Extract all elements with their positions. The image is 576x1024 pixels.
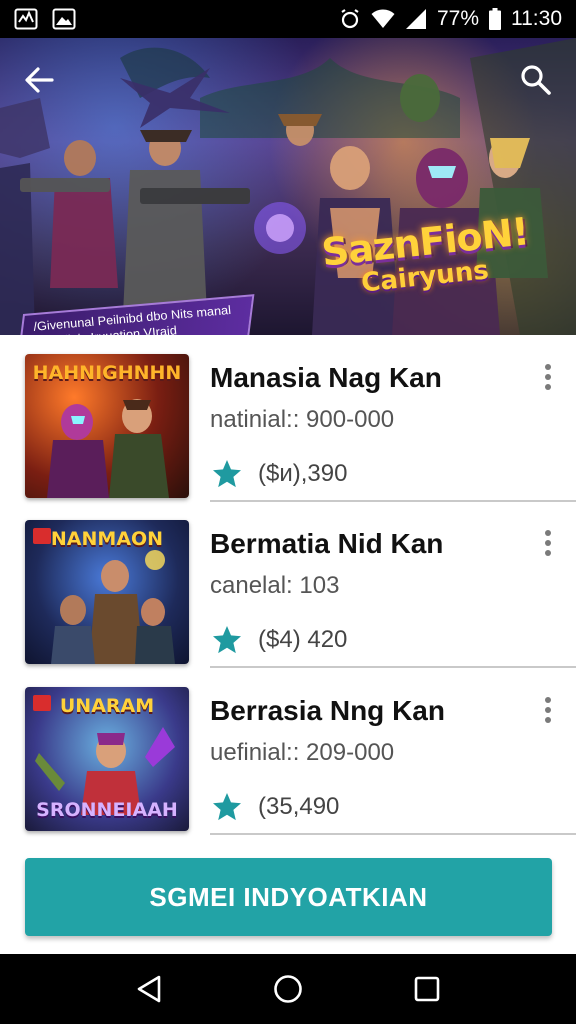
game-subtitle: uefinial:: 209-000 [210,739,395,766]
battery-percent: 77% [436,7,479,30]
status-bar: 77% 11:30 [0,0,576,38]
more-options-button[interactable] [538,528,558,558]
battery-icon [489,8,501,30]
home-circle-icon[interactable] [273,974,303,1004]
activity-icon [14,8,38,30]
hero-banner[interactable]: SaznFioN! Cairyuns /Givenunal Peilnibd d… [0,38,576,335]
dot [545,717,551,723]
dot [545,540,551,546]
dot [545,374,551,380]
thumbnail-artwork [51,550,175,664]
primary-action-button[interactable]: SGMEI INDYOATKIAN [25,858,552,936]
rating-value: (35,490 [258,793,340,820]
game-thumbnail[interactable]: HAHNIGHNHN [25,354,189,498]
search-button[interactable] [518,62,558,102]
system-nav-bar [0,954,576,1024]
more-options-button[interactable] [538,695,558,725]
image-icon [52,8,76,30]
more-options-button[interactable] [538,362,558,392]
signal-icon [405,9,426,29]
divider [210,666,576,668]
list-item[interactable]: HAHNIGHNHN Manasia Nag Kan natinial:: 90… [0,340,576,502]
dot [545,550,551,556]
list-item[interactable]: UNARAM SRONNEIAAH Berrasia Nng Kan uefin… [0,673,576,835]
recents-square-icon[interactable] [413,975,441,1003]
game-thumbnail[interactable]: UNARAM SRONNEIAAH [25,687,189,831]
hero-game-logo: SaznFioN! Cairyuns [310,209,540,298]
clock: 11:30 [511,7,562,30]
divider [210,500,576,502]
wifi-icon [371,9,395,28]
dot [545,384,551,390]
game-rating: ($4) 420 [210,624,347,656]
search-icon [521,65,551,95]
back-button[interactable] [22,62,62,102]
star-icon [213,626,241,654]
dot [545,697,551,703]
game-rating: (35,490 [210,791,339,823]
game-title[interactable]: Berrasia Nng Kan [210,695,445,727]
rating-value: ($и),390 [258,460,348,487]
dot [545,364,551,370]
back-triangle-icon[interactable] [135,974,163,1004]
game-title[interactable]: Manasia Nag Kan [210,362,442,394]
game-title[interactable]: Bermatia Nid Kan [210,528,443,560]
alarm-icon [341,9,359,29]
list-item[interactable]: NANMAON Bermatia Nid Kan canelal: 103 ($… [0,506,576,668]
dot [545,530,551,536]
dot [545,707,551,713]
arrow-left-icon [25,67,54,93]
thumbnail-artwork [47,399,169,498]
game-subtitle: natinial:: 900-000 [210,406,395,433]
game-rating: ($и),390 [210,458,347,490]
game-subtitle: canelal: 103 [210,572,340,599]
star-icon [213,460,241,488]
divider [210,833,576,835]
thumbnail-subtitle: SRONNEIAAH [36,799,178,821]
game-thumbnail[interactable]: NANMAON [25,520,189,664]
star-icon [213,793,241,821]
rating-value: ($4) 420 [258,626,348,653]
